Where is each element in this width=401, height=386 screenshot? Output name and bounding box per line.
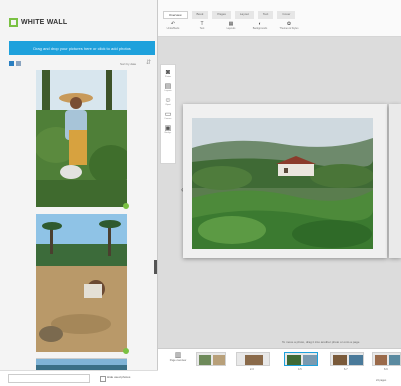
overview-icon: ▥ [174, 352, 182, 359]
page-thumb-label: 8-9 [384, 368, 388, 371]
photo-thumbnail-2[interactable] [36, 214, 127, 352]
sort-icon[interactable]: ⇵ [146, 60, 151, 66]
text-tool-button[interactable]: T Text [192, 21, 212, 30]
tab-layout[interactable]: Layout [234, 11, 254, 19]
photo-thumbnail-3[interactable] [36, 358, 127, 370]
tea-picker-photo [36, 70, 127, 207]
beach-boy-photo [36, 214, 127, 352]
editor-tabs: Overview Book Pages Layout Text Cover [163, 11, 296, 19]
frame-icon: ▭ [164, 111, 172, 118]
sort-label[interactable]: Sort by date [120, 62, 136, 66]
used-check-icon [123, 203, 129, 209]
logo-mark-icon [9, 18, 18, 27]
grid-view-icon[interactable] [9, 61, 14, 66]
camera-icon: ◙ [165, 69, 171, 76]
brand-logo: WHITE WALL [9, 18, 67, 27]
background-tool-button[interactable]: ◐ Backgrounds [250, 21, 270, 30]
page-thumb-preview [245, 355, 263, 365]
page-thumb-1[interactable] [196, 352, 226, 366]
page-thumb-label: 2-3 [250, 368, 254, 371]
page-thumb-preview [287, 355, 317, 365]
page-thumb-preview [333, 355, 363, 365]
tea-plantation-photo [192, 118, 373, 249]
element-palette: ◙ Photos ▤ Layouts ☺ Clipart ▭ Frames ▣ … [160, 64, 176, 164]
palette-layouts[interactable]: ▤ Layouts [164, 83, 171, 92]
page-thumb-5[interactable] [372, 352, 401, 366]
tab-cover[interactable]: Cover [277, 11, 296, 19]
layout-tool-button[interactable]: ▦ Layouts [221, 21, 241, 30]
page-thumb-label: 6-7 [344, 368, 348, 371]
hide-used-checkbox[interactable] [100, 376, 106, 382]
canvas-hint: To move a photo, drag it into another ph… [282, 340, 360, 344]
grid-icon: ▤ [164, 83, 172, 90]
tab-book[interactable]: Book [191, 11, 209, 19]
photo-search-input[interactable] [8, 374, 90, 383]
palette-frames[interactable]: ▭ Frames [165, 111, 172, 120]
page-count-status: 24 pages [376, 379, 387, 382]
page-thumb-2[interactable] [236, 352, 270, 366]
tool-row: ↶ Undo/Redo T Text ▦ Layouts ◐ Backgroun… [163, 21, 299, 30]
sidebar-collapse-handle[interactable] [154, 260, 157, 274]
tab-pages[interactable]: Pages [212, 11, 231, 19]
list-view-icon[interactable] [16, 61, 21, 66]
photo-sidebar: WHITE WALL Drag and drop your pictures h… [0, 0, 158, 386]
brand-name: WHITE WALL [21, 19, 68, 26]
page-thumb-preview [375, 355, 400, 365]
page-photo-frame[interactable] [192, 118, 373, 249]
theme-tool-button[interactable]: ✿ Themes & Styles [279, 21, 299, 30]
used-check-icon [123, 348, 129, 354]
tab-text[interactable]: Text [257, 11, 274, 19]
palette-clipart[interactable]: ☺ Clipart [164, 97, 171, 106]
page-overview-button[interactable]: ▥ Page overview [166, 351, 190, 362]
book-page[interactable] [183, 104, 387, 258]
page-thumb-3[interactable] [284, 352, 318, 366]
coastline-photo [36, 359, 127, 370]
palette-photos[interactable]: ◙ Photos [165, 69, 171, 78]
upload-photos-button[interactable]: Drag and drop your pictures here or clic… [9, 41, 155, 55]
page-thumb-label: 4-5 [298, 368, 302, 371]
palette-backgrounds[interactable]: ▣ Backgr. [165, 125, 172, 134]
page-thumb-4[interactable] [330, 352, 364, 366]
hide-used-label: Hide used photos [107, 375, 131, 379]
next-book-page[interactable] [389, 104, 401, 258]
smiley-icon: ☺ [164, 97, 172, 104]
photo-thumbnail-1[interactable] [36, 70, 127, 207]
view-toggle [9, 61, 21, 66]
image-icon: ▣ [164, 125, 172, 132]
undo-tool-button[interactable]: ↶ Undo/Redo [163, 21, 183, 30]
page-thumb-preview [199, 355, 225, 365]
tab-overview[interactable]: Overview [163, 11, 188, 19]
page-filmstrip [158, 348, 401, 386]
